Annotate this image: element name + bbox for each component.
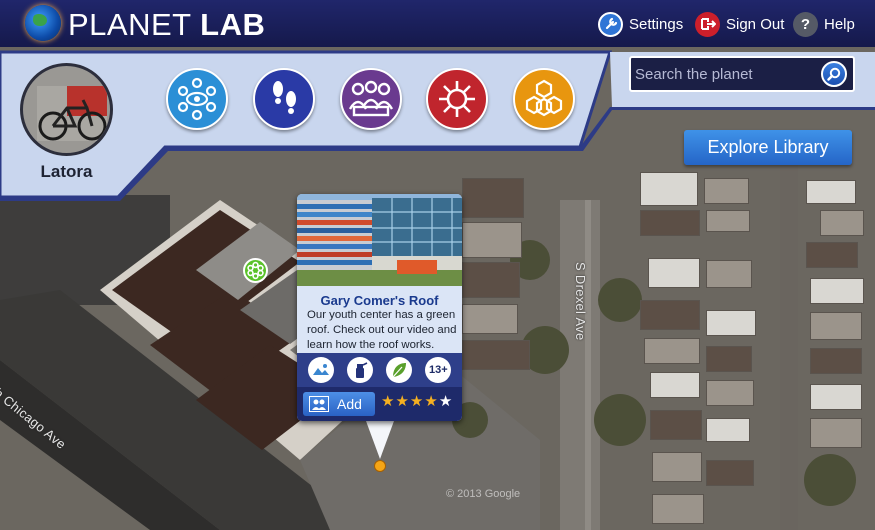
help-label: Help xyxy=(824,15,855,33)
star-filled-icon[interactable]: ★ xyxy=(410,393,423,411)
help-icon: ? xyxy=(793,11,818,37)
app-logo-text: PLANET LAB xyxy=(68,7,265,43)
age-badge: 13+ xyxy=(425,357,452,383)
spray-bottle-icon xyxy=(346,357,373,383)
logo-title-bold: LAB xyxy=(200,7,266,42)
honeycomb-icon xyxy=(525,79,563,117)
globe-logo-icon xyxy=(25,5,61,41)
card-footer: Add ★ ★ ★ ★ ★ xyxy=(297,387,462,421)
street-label-drexel: S Drexel Ave xyxy=(573,262,588,341)
search-button[interactable] xyxy=(821,61,847,87)
add-group-icon xyxy=(309,396,329,412)
leaf-icon xyxy=(386,357,413,383)
add-button[interactable]: Add xyxy=(303,392,375,416)
wrench-icon xyxy=(598,11,623,37)
map-copyright: © 2013 Google xyxy=(446,488,521,500)
category-honeycomb-button[interactable] xyxy=(513,68,575,130)
search-input[interactable] xyxy=(635,62,815,86)
user-avatar[interactable] xyxy=(20,63,113,156)
green-roof-marker[interactable] xyxy=(243,258,268,283)
category-eye-network-button[interactable] xyxy=(166,68,228,130)
location-popup-card[interactable]: Gary Comer's Roof Our youth center has a… xyxy=(297,194,462,421)
location-title: Gary Comer's Roof xyxy=(320,293,439,308)
star-filled-icon[interactable]: ★ xyxy=(395,393,408,411)
sign-out-label: Sign Out xyxy=(726,15,785,33)
help-link[interactable]: ? Help xyxy=(793,11,855,37)
star-empty-icon[interactable]: ★ xyxy=(439,393,452,411)
location-photo xyxy=(297,194,462,286)
eye-network-icon xyxy=(177,77,217,121)
search-icon xyxy=(827,67,841,81)
star-filled-icon[interactable]: ★ xyxy=(424,393,437,411)
flower-ring-icon xyxy=(439,81,475,117)
popup-pointer xyxy=(366,421,394,459)
settings-link[interactable]: Settings xyxy=(598,11,683,37)
category-flower-ring-button[interactable] xyxy=(426,68,488,130)
footprints-icon xyxy=(273,81,296,114)
map-marker-icon xyxy=(247,261,264,280)
landscape-icon xyxy=(307,357,334,383)
bicycle-icon xyxy=(37,86,107,141)
settings-label: Settings xyxy=(629,15,684,33)
category-footprints-button[interactable] xyxy=(253,68,315,130)
category-group-reading-button[interactable] xyxy=(340,68,402,130)
sign-out-link[interactable]: Sign Out xyxy=(695,11,784,37)
location-badges: 13+ xyxy=(297,353,462,387)
star-filled-icon[interactable]: ★ xyxy=(381,393,394,411)
location-pin[interactable] xyxy=(374,460,386,472)
star-rating[interactable]: ★ ★ ★ ★ ★ xyxy=(381,393,452,411)
search-box xyxy=(629,56,855,92)
group-reading-icon xyxy=(348,80,394,117)
logo-title-light: PLANET xyxy=(68,7,192,42)
explore-library-button[interactable]: Explore Library xyxy=(684,130,852,165)
location-description: Our youth center has a green roof. Check… xyxy=(307,309,457,351)
sign-out-icon xyxy=(695,11,720,37)
top-bar: PLANET LAB Settings Sign Out ? Help xyxy=(0,0,875,47)
user-name: Latora xyxy=(40,162,93,181)
add-label: Add xyxy=(337,396,362,412)
